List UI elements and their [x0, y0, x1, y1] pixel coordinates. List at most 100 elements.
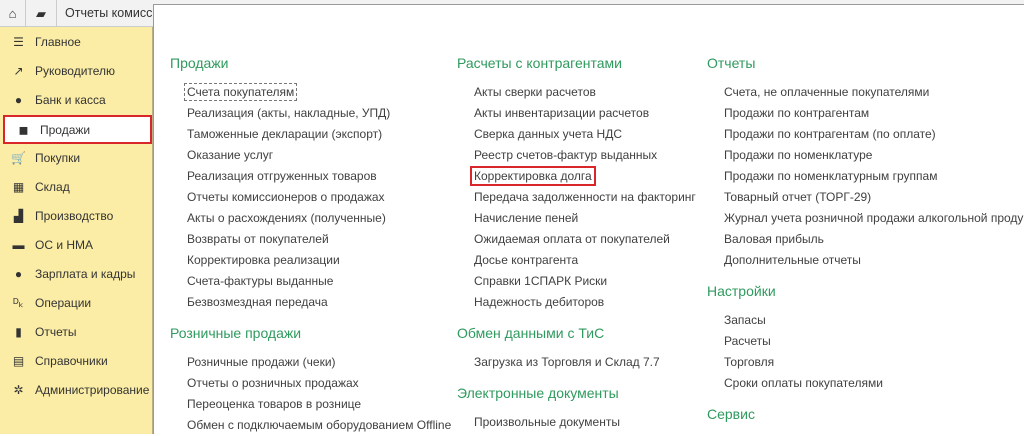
section-link[interactable]: Акты сверки расчетов	[457, 82, 698, 103]
sidebar-item[interactable]: ▤ Справочники	[0, 346, 153, 375]
section-link[interactable]: Акты инвентаризации расчетов	[457, 103, 698, 124]
section-link[interactable]: Запасы	[707, 310, 1024, 331]
sidebar-item-label: Главное	[35, 34, 81, 49]
section-link[interactable]: Продажи по номенклатурным группам	[707, 166, 1024, 187]
link-label: Оказание услуг	[187, 148, 274, 162]
section-link[interactable]: Ожидаемая оплата от покупателей	[457, 229, 698, 250]
sidebar-item[interactable]: ↗ Руководителю	[0, 56, 153, 85]
home-icon: ⌂	[8, 6, 17, 21]
section-link[interactable]: Переоценка товаров в рознице	[170, 394, 453, 415]
sidebar-item[interactable]: 🛒 Покупки	[0, 143, 153, 172]
section-link[interactable]: Корректировка долга	[457, 166, 698, 187]
link-label: Сроки оплаты покупателями	[724, 376, 883, 390]
messages-button[interactable]: ▰	[26, 0, 57, 27]
section-link[interactable]: Таможенные декларации (экспорт)	[170, 124, 453, 145]
section-link[interactable]: Досье контрагента	[457, 250, 698, 271]
link-label: Досье контрагента	[474, 253, 579, 267]
section-link[interactable]: Отчеты о розничных продажах	[170, 373, 453, 394]
sidebar-item[interactable]: ✲ Администрирование	[0, 375, 153, 404]
section-link[interactable]: Реализация (акты, накладные, УПД)	[170, 103, 453, 124]
sidebar-item[interactable]: ● Зарплата и кадры	[0, 259, 153, 288]
link-label: Продажи по номенклатуре	[724, 148, 873, 162]
section-title: Электронные документы	[457, 385, 619, 401]
section-link[interactable]: Возвраты от покупателей	[170, 229, 453, 250]
section-link[interactable]: Счета-фактуры выданные	[170, 271, 453, 292]
section-link[interactable]: Сроки оплаты покупателями	[707, 373, 1024, 394]
sidebar-item-label: Администрирование	[35, 382, 150, 397]
section-link[interactable]: Валовая прибыль	[707, 229, 1024, 250]
section-link[interactable]: Произвольные документы	[457, 412, 698, 433]
link-label: Журнал учета розничной продажи алкогольн…	[724, 211, 1024, 225]
section-link[interactable]: Счета, не оплаченные покупателями	[707, 82, 1024, 103]
section-link[interactable]: Отчеты комиссионеров о продажах	[170, 187, 453, 208]
sidebar-item[interactable]: ☰ Главное	[0, 27, 153, 56]
column: Расчеты с контрагентами Акты сверки расче…	[457, 55, 698, 433]
bar-chart-icon: ▮	[15, 324, 22, 339]
section-link[interactable]: Журнал учета розничной продажи алкогольн…	[707, 208, 1024, 229]
sidebar-item[interactable]: ◼ Продажи	[3, 115, 152, 144]
section-link[interactable]: Корректировка реализации	[170, 250, 453, 271]
cart-icon: 🛒	[11, 150, 26, 165]
section-link[interactable]: Товарный отчет (ТОРГ-29)	[707, 187, 1024, 208]
section-link[interactable]: Реализация отгруженных товаров	[170, 166, 453, 187]
link-label: Корректировка реализации	[187, 253, 340, 267]
section-link[interactable]: Надежность дебиторов	[457, 292, 698, 313]
dt-kt-icon: ᴰₖ	[13, 295, 24, 310]
section-link[interactable]: Счета покупателям	[170, 82, 453, 103]
person-icon: ●	[14, 266, 23, 281]
sidebar-item[interactable]: ▟ Производство	[0, 201, 153, 230]
section-link[interactable]: Дополнительные отчеты	[707, 250, 1024, 271]
section-link[interactable]: Сверка данных учета НДС	[457, 124, 698, 145]
section-link[interactable]: Загрузка из Торговля и Склад 7.7	[457, 352, 698, 373]
factory-icon: ▟	[13, 208, 24, 223]
section-link[interactable]: Акты о расхождениях (полученные)	[170, 208, 453, 229]
warehouse-icon: ▦	[12, 179, 25, 194]
link-label: Продажи по номенклатурным группам	[724, 169, 938, 183]
section-link[interactable]: Розничные продажи (чеки)	[170, 352, 453, 373]
sidebar-item[interactable]: ● Банк и касса	[0, 85, 153, 114]
link-label: Ожидаемая оплата от покупателей	[474, 232, 670, 246]
section-title: Настройки	[707, 283, 776, 299]
section-link[interactable]: Продажи по контрагентам (по оплате)	[707, 124, 1024, 145]
link-label: Таможенные декларации (экспорт)	[187, 127, 383, 141]
link-label: Реализация отгруженных товаров	[187, 169, 377, 183]
sidebar-item-label: Руководителю	[35, 63, 116, 78]
bag-icon: ◼	[18, 122, 29, 137]
section-title: Сервис	[707, 406, 755, 422]
sections-panel: Продажи Счета покупателям Реализация (акты…	[153, 4, 1024, 434]
section-link[interactable]: Оказание услуг	[170, 145, 453, 166]
sidebar-item[interactable]: ▮ Отчеты	[0, 317, 153, 346]
link-label: Продажи по контрагентам	[724, 106, 870, 120]
home-button[interactable]: ⌂	[0, 0, 26, 27]
open-tab[interactable]: Отчеты комиссио	[57, 0, 157, 27]
menu-icon: ☰	[13, 34, 24, 49]
section-title: Продажи	[170, 55, 229, 71]
sidebar-item-label: Склад	[35, 179, 70, 194]
section-link[interactable]: Продажи по контрагентам	[707, 103, 1024, 124]
link-label: Розничные продажи (чеки)	[187, 355, 336, 369]
section-link[interactable]: Торговля	[707, 352, 1024, 373]
link-label: Корректировка долга	[470, 166, 596, 186]
link-label: Начисление пеней	[474, 211, 579, 225]
link-label: Валовая прибыль	[724, 232, 824, 246]
sidebar-item[interactable]: ᴰₖ Операции	[0, 288, 153, 317]
link-label: Обмен с подключаемым оборудованием Offli…	[187, 418, 452, 432]
section-link[interactable]: Реестр счетов-фактур выданных	[457, 145, 698, 166]
section-link[interactable]: Обмен с подключаемым оборудованием Offli…	[170, 415, 453, 436]
section-title: Отчеты	[707, 55, 756, 71]
sidebar-item-label: Банк и касса	[35, 92, 106, 107]
sidebar-item-label: Зарплата и кадры	[35, 266, 136, 281]
section-link[interactable]: Передача задолженности на факторинг	[457, 187, 698, 208]
section-link[interactable]: Справки 1СПАРК Риски	[457, 271, 698, 292]
link-label: Счета, не оплаченные покупателями	[724, 85, 930, 99]
section-link[interactable]: Продажи по номенклатуре	[707, 145, 1024, 166]
link-label: Товарный отчет (ТОРГ-29)	[724, 190, 872, 204]
section-link[interactable]: Безвозмездная передача	[170, 292, 453, 313]
gear-icon: ✲	[13, 382, 24, 397]
section-link[interactable]: Начисление пеней	[457, 208, 698, 229]
sidebar-item[interactable]: ▬ ОС и НМА	[0, 230, 153, 259]
link-label: Загрузка из Торговля и Склад 7.7	[474, 355, 660, 369]
sidebar-item[interactable]: ▦ Склад	[0, 172, 153, 201]
sidebar-item-label: Операции	[35, 295, 92, 310]
section-link[interactable]: Расчеты	[707, 331, 1024, 352]
